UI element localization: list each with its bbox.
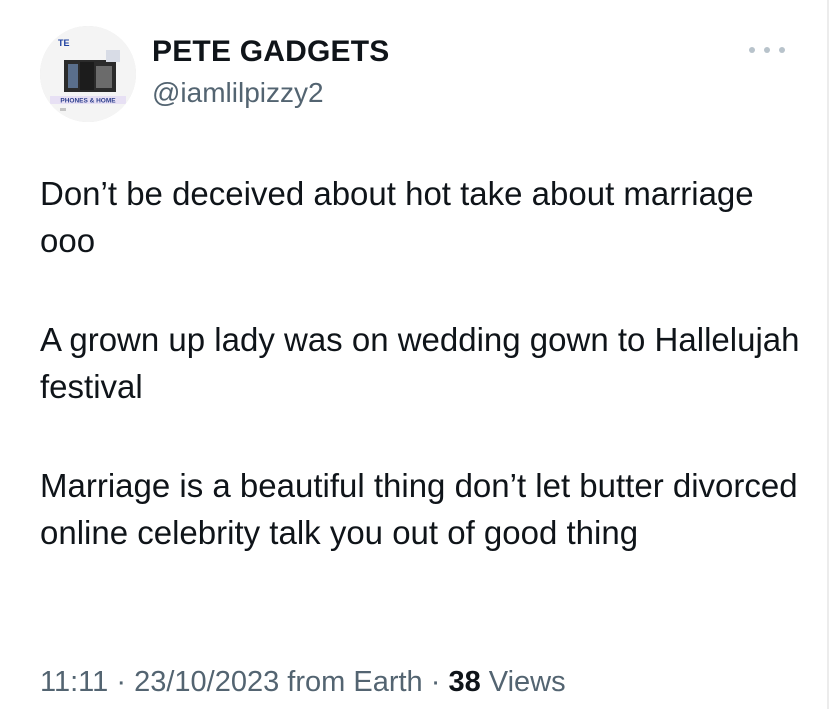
author-handle[interactable]: @iamlilpizzy2 (152, 76, 389, 110)
tweet-source: from Earth (287, 666, 423, 698)
tweet-card: TE PHONES & HOME PETE GADGETS @iamlilpiz… (0, 0, 829, 709)
views-count[interactable]: 38 (448, 666, 480, 698)
tweet-paragraph: Don’t be deceived about hot take about m… (40, 175, 754, 259)
author-block: PETE GADGETS @iamlilpizzy2 (152, 34, 389, 110)
avatar-image: TE PHONES & HOME (40, 26, 136, 122)
meta-separator: · (116, 666, 127, 698)
avatar[interactable]: TE PHONES & HOME (40, 26, 136, 122)
tweet-text: Don’t be deceived about hot take about m… (40, 170, 800, 608)
more-horizontal-icon-dot (749, 47, 755, 53)
more-options-button[interactable] (749, 40, 785, 60)
more-horizontal-icon-dot (764, 47, 770, 53)
avatar-logo-text: PHONES & HOME (60, 98, 116, 105)
author-name[interactable]: PETE GADGETS (152, 34, 389, 70)
views-label[interactable]: Views (489, 666, 566, 698)
more-horizontal-icon-dot (779, 47, 785, 53)
svg-text:TE: TE (58, 38, 70, 48)
tweet-meta: 11:11 · 23/10/2023 from Earth · 38 Views (40, 664, 566, 700)
meta-separator: · (430, 666, 441, 698)
tweet-paragraph: Marriage is a beautiful thing don’t let … (40, 467, 798, 551)
tweet-time[interactable]: 11:11 (40, 666, 108, 698)
tweet-paragraph: A grown up lady was on wedding gown to H… (40, 321, 800, 405)
tweet-date[interactable]: 23/10/2023 (134, 666, 279, 698)
